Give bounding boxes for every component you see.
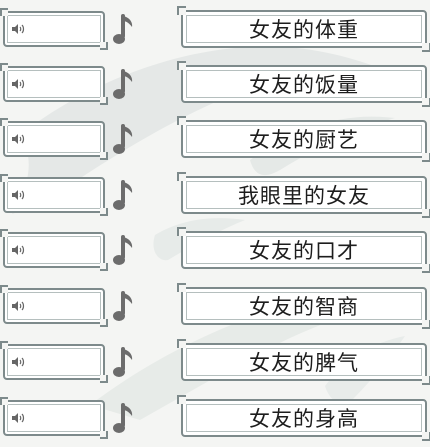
answer-option-card[interactable]: 女友的饭量 — [177, 61, 430, 107]
speaker-icon — [12, 190, 25, 200]
answer-text: 女友的饭量 — [249, 73, 359, 97]
song-matching-board: 女友的体重 女友的饭量 女友的厨艺 我眼里的女友 女友的口才 女友的智商 女友的… — [0, 0, 430, 447]
sound-clip-button[interactable] — [0, 174, 108, 216]
match-row: 女友的智商 — [0, 283, 430, 329]
speaker-icon — [12, 357, 25, 367]
speaker-icon — [12, 134, 25, 144]
music-note-icon[interactable] — [113, 179, 135, 213]
match-row: 女友的身高 — [0, 395, 430, 441]
sound-clip-button[interactable] — [0, 63, 108, 105]
answer-option-card[interactable]: 女友的脾气 — [177, 339, 430, 385]
match-row: 我眼里的女友 — [0, 172, 430, 218]
sound-clip-button[interactable] — [0, 285, 108, 327]
music-note-icon[interactable] — [113, 402, 135, 436]
music-note-icon[interactable] — [113, 234, 135, 268]
speaker-icon — [12, 24, 25, 34]
sound-clip-button[interactable] — [0, 341, 108, 383]
sound-clip-button[interactable] — [0, 8, 108, 50]
speaker-icon — [12, 301, 25, 311]
answer-text: 女友的厨艺 — [249, 128, 359, 152]
music-note-icon[interactable] — [113, 290, 135, 324]
match-row: 女友的脾气 — [0, 339, 430, 385]
answer-option-card[interactable]: 女友的厨艺 — [177, 116, 430, 162]
answer-text: 女友的智商 — [249, 295, 359, 319]
match-row: 女友的厨艺 — [0, 116, 430, 162]
music-note-icon[interactable] — [113, 13, 135, 47]
answer-text: 女友的身高 — [249, 407, 359, 431]
answer-text: 女友的口才 — [249, 239, 359, 263]
match-row: 女友的饭量 — [0, 61, 430, 107]
music-note-icon[interactable] — [113, 346, 135, 380]
sound-clip-button[interactable] — [0, 229, 108, 271]
answer-text: 女友的体重 — [249, 18, 359, 42]
speaker-icon — [12, 79, 25, 89]
music-note-icon[interactable] — [113, 123, 135, 157]
answer-text: 女友的脾气 — [249, 351, 359, 375]
answer-option-card[interactable]: 女友的体重 — [177, 6, 430, 52]
speaker-icon — [12, 413, 25, 423]
sound-clip-button[interactable] — [0, 118, 108, 160]
answer-option-card[interactable]: 我眼里的女友 — [177, 172, 430, 218]
sound-clip-button[interactable] — [0, 397, 108, 439]
speaker-icon — [12, 245, 25, 255]
answer-text: 我眼里的女友 — [238, 184, 370, 208]
answer-option-card[interactable]: 女友的身高 — [177, 395, 430, 441]
answer-option-card[interactable]: 女友的口才 — [177, 227, 430, 273]
match-row: 女友的体重 — [0, 6, 430, 52]
match-row: 女友的口才 — [0, 227, 430, 273]
music-note-icon[interactable] — [113, 68, 135, 102]
answer-option-card[interactable]: 女友的智商 — [177, 283, 430, 329]
